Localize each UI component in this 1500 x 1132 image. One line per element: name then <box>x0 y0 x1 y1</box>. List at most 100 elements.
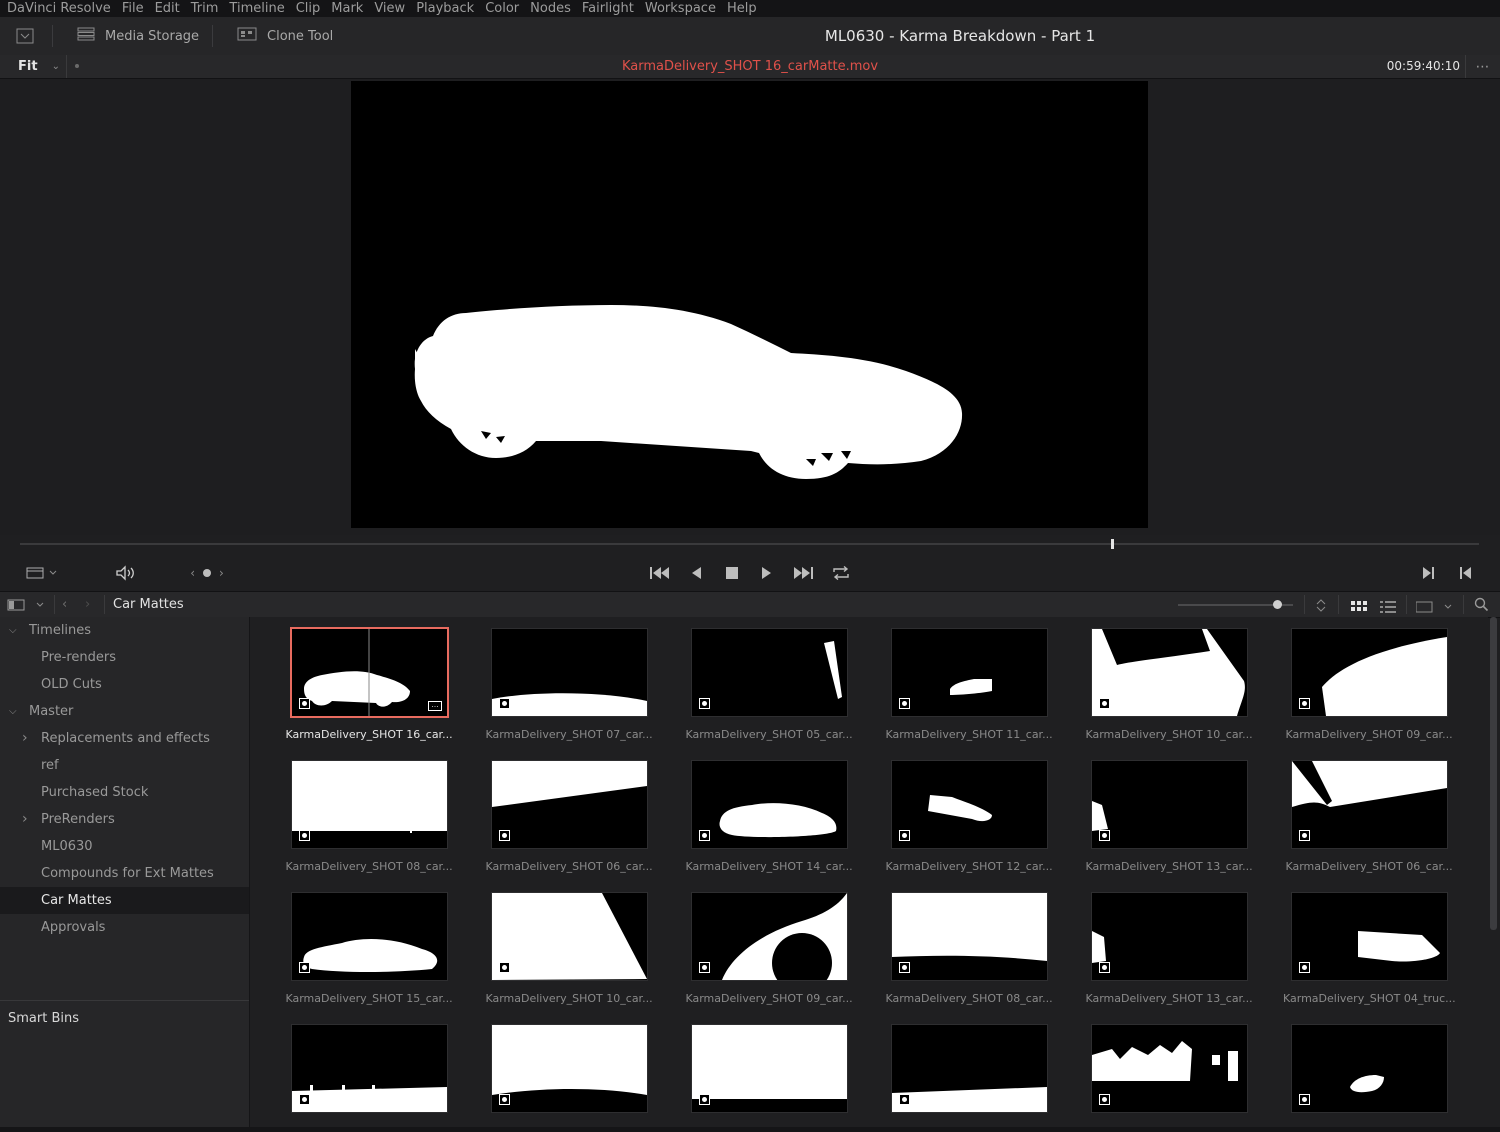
thumbnail-image[interactable] <box>691 1024 848 1113</box>
menu-item-mark[interactable]: Mark <box>331 1 363 16</box>
clip-thumbnail[interactable]: KarmaDelivery_SHOT 13_car... <box>1085 892 1261 1022</box>
clip-thumbnail[interactable]: KarmaDelivery_SHOT 08_car... <box>285 760 461 890</box>
menu-item-workspace[interactable]: Workspace <box>645 1 716 16</box>
sidebar-item-prerenders[interactable]: › PreRenders <box>0 806 249 833</box>
thumbnail-image[interactable] <box>491 1024 648 1113</box>
thumbnail-image[interactable] <box>291 892 448 981</box>
thumbnail-image[interactable] <box>1091 1024 1248 1113</box>
thumbnail-image[interactable] <box>1091 760 1248 849</box>
thumbnail-image[interactable] <box>891 1024 1048 1113</box>
sort-icon[interactable] <box>1314 597 1328 616</box>
sidebar-item-ref[interactable]: ref <box>0 752 249 779</box>
list-view-icon[interactable] <box>1380 598 1396 617</box>
go-to-end-button[interactable] <box>791 558 817 588</box>
clip-thumbnail[interactable]: KarmaDelivery_SHOT 10_car... <box>485 892 661 1022</box>
thumbnail-image[interactable] <box>1091 892 1248 981</box>
go-to-start-button[interactable] <box>647 558 673 588</box>
smart-bins-label[interactable]: Smart Bins <box>8 1007 79 1031</box>
sidebar-item-timelines[interactable]: ⌵ Timelines <box>0 617 249 644</box>
chevron-right-icon[interactable]: › <box>22 725 28 752</box>
chevron-down-icon[interactable]: ⌵ <box>9 617 17 644</box>
thumbnail-image[interactable] <box>691 628 848 717</box>
chevron-right-icon[interactable]: › <box>22 806 28 833</box>
menu-item-trim[interactable]: Trim <box>191 1 219 16</box>
sidebar-item-purchased-stock[interactable]: Purchased Stock <box>0 779 249 806</box>
clip-thumbnail[interactable] <box>691 1024 861 1127</box>
thumbnail-view-icon[interactable] <box>1351 598 1367 617</box>
clip-thumbnail[interactable]: KarmaDelivery_SHOT 08_car... <box>885 892 1061 1022</box>
thumbnail-image[interactable] <box>491 760 648 849</box>
thumbnail-image[interactable] <box>491 892 648 981</box>
clip-thumbnail[interactable]: KarmaDelivery_SHOT 15_car... <box>285 892 461 1022</box>
thumbnail-image[interactable] <box>1291 1024 1448 1113</box>
clip-thumbnail[interactable]: KarmaDelivery_SHOT 09_car... <box>685 892 861 1022</box>
back-arrow-icon[interactable]: ‹ <box>62 592 67 617</box>
sidebar-item-master[interactable]: ⌵ Master <box>0 698 249 725</box>
sidebar-item-ml0630[interactable]: ML0630 <box>0 833 249 860</box>
media-storage-button[interactable]: Media Storage <box>77 17 199 55</box>
thumbnail-image[interactable] <box>891 892 1048 981</box>
clip-thumbnail[interactable]: KarmaDelivery_SHOT 06_car... <box>485 760 661 890</box>
playhead[interactable] <box>1111 539 1115 549</box>
sidebar-item-compounds-for-ext-mattes[interactable]: Compounds for Ext Mattes <box>0 860 249 887</box>
search-icon[interactable] <box>1474 597 1489 616</box>
chevron-down-icon[interactable]: ⌵ <box>9 698 17 725</box>
menu-item-nodes[interactable]: Nodes <box>530 1 571 16</box>
next-clip-button[interactable] <box>1419 558 1439 588</box>
viewer-frame[interactable] <box>351 81 1148 528</box>
thumbnail-image[interactable] <box>691 892 848 981</box>
thumbnail-image[interactable] <box>291 760 448 849</box>
workspace-toggle-icon[interactable] <box>14 17 36 55</box>
thumbnail-image[interactable] <box>1091 628 1248 717</box>
loop-button[interactable] <box>829 558 853 588</box>
clip-thumbnail[interactable] <box>291 1024 461 1127</box>
thumbnail-image[interactable]: … <box>290 627 449 718</box>
menu-item-help[interactable]: Help <box>727 1 757 16</box>
clip-thumbnail[interactable]: … KarmaDelivery_SHOT 16_car... <box>285 627 461 758</box>
sidebar-item-approvals[interactable]: Approvals <box>0 914 249 941</box>
clip-thumbnail[interactable]: KarmaDelivery_SHOT 07_car... <box>485 628 661 758</box>
menu-item-fairlight[interactable]: Fairlight <box>582 1 634 16</box>
sidebar-item-car-mattes[interactable]: Car Mattes <box>0 887 249 914</box>
previous-clip-button[interactable] <box>1456 558 1476 588</box>
play-button[interactable] <box>757 558 777 588</box>
viewer-layout-icon[interactable] <box>20 558 60 588</box>
menu-item-timeline[interactable]: Timeline <box>229 1 284 16</box>
zoom-dropdown[interactable]: Fit ⌄ <box>0 55 66 78</box>
clip-thumbnail[interactable]: KarmaDelivery_SHOT 11_car... <box>885 628 1061 758</box>
thumbnail-image[interactable] <box>291 1024 448 1113</box>
thumbnail-image[interactable] <box>891 628 1048 717</box>
stop-button[interactable] <box>722 558 742 588</box>
slider-handle[interactable] <box>1273 600 1282 609</box>
clip-thumbnail[interactable] <box>1091 1024 1261 1127</box>
clip-thumbnail[interactable]: KarmaDelivery_SHOT 09_car... <box>1285 628 1461 758</box>
clip-thumbnail[interactable]: KarmaDelivery_SHOT 14_car... <box>685 760 861 890</box>
thumbnail-image[interactable] <box>1291 892 1448 981</box>
clip-thumbnail[interactable]: KarmaDelivery_SHOT 13_car... <box>1085 760 1261 890</box>
menu-item-view[interactable]: View <box>374 1 405 16</box>
forward-arrow-icon[interactable]: › <box>85 592 90 617</box>
menu-item-clip[interactable]: Clip <box>296 1 321 16</box>
menu-item-edit[interactable]: Edit <box>155 1 180 16</box>
audio-volume-icon[interactable] <box>112 558 138 588</box>
thumbnail-image[interactable] <box>691 760 848 849</box>
clip-thumbnail[interactable]: KarmaDelivery_SHOT 06_car... <box>1285 760 1461 890</box>
viewer-options-icon[interactable]: ⋯ <box>1465 55 1500 78</box>
clip-thumbnail[interactable] <box>491 1024 661 1127</box>
play-reverse-button[interactable] <box>686 558 706 588</box>
sidebar-item-replacements-and-effects[interactable]: › Replacements and effects <box>0 725 249 752</box>
clip-thumbnail[interactable]: KarmaDelivery_SHOT 12_car... <box>885 760 1061 890</box>
clip-thumbnail[interactable] <box>891 1024 1061 1127</box>
thumbnail-image[interactable] <box>891 760 1048 849</box>
clip-thumbnail[interactable]: KarmaDelivery_SHOT 10_car... <box>1085 628 1261 758</box>
menu-item-davinci-resolve[interactable]: DaVinci Resolve <box>7 1 111 16</box>
menu-item-playback[interactable]: Playback <box>416 1 474 16</box>
sidebar-item-old-cuts[interactable]: OLD Cuts <box>0 671 249 698</box>
jog-control[interactable]: ‹ › <box>183 558 231 588</box>
clip-thumbnail[interactable] <box>1291 1024 1461 1127</box>
clip-options-icon[interactable]: … <box>428 701 442 711</box>
clone-tool-button[interactable]: Clone Tool <box>237 17 333 55</box>
menu-item-file[interactable]: File <box>122 1 144 16</box>
scrub-bar[interactable] <box>20 543 1479 545</box>
thumbnail-image[interactable] <box>1291 760 1448 849</box>
